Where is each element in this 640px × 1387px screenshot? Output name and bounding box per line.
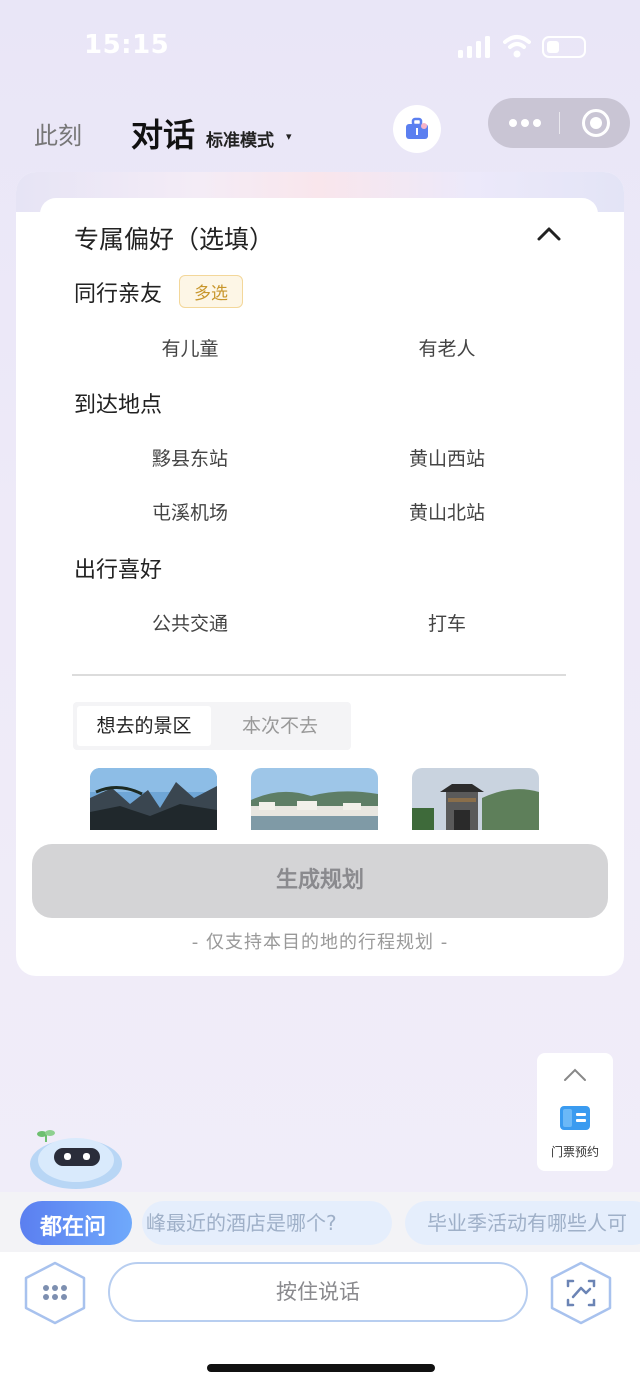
tab-skip-this-time[interactable]: 本次不去 [213,706,347,746]
scenic-image-archway[interactable] [412,768,539,830]
arrival-label: 到达地点 [74,393,163,418]
tab-chat[interactable]: 对话 [131,110,195,156]
luggage-button[interactable] [393,105,441,153]
option-tunxi-airport[interactable]: 屯溪机场 [70,498,310,525]
battery-icon [542,36,586,58]
hold-to-talk-button[interactable]: 按住说话 [108,1262,528,1322]
planner-card: 专属偏好（选填） 同行亲友 多选 有儿童 有老人 到达地点 黟县东站 黄山西站 … [16,172,624,976]
divider [72,674,566,676]
preferences-title: 专属偏好（选填） [74,225,275,254]
option-children[interactable]: 有儿童 [70,334,310,361]
suggestions-bar: 都在问 峰最近的酒店是哪个? 毕业季活动有哪些人可 [0,1192,640,1252]
scenic-tabs: 想去的景区 本次不去 [73,702,351,750]
option-yixian-east[interactable]: 黟县东站 [70,444,310,471]
suitcase-icon [406,117,428,139]
option-public-transit[interactable]: 公共交通 [70,609,310,636]
option-taxi[interactable]: 打车 [327,609,567,636]
multi-select-badge: 多选 [179,275,243,308]
option-huangshan-north[interactable]: 黄山北站 [327,498,567,525]
tab-now[interactable]: 此刻 [34,116,82,151]
more-icon[interactable] [508,114,542,132]
option-elderly[interactable]: 有老人 [327,334,567,361]
caret-down-icon[interactable]: ▾ [286,130,292,143]
top-navigation: 此刻 对话 标准模式 ▾ [0,98,640,160]
status-time: 15:15 [84,30,170,60]
close-miniprogram-icon[interactable] [582,109,610,137]
generate-note: - 仅支持本目的地的行程规划 - [191,932,449,953]
assistant-mascot-icon[interactable] [24,1128,124,1190]
scenic-image-mountain[interactable] [90,768,217,830]
chevron-up-icon[interactable] [536,224,562,244]
cellular-signal-icon [458,36,490,58]
travel-preference-label: 出行喜好 [74,558,163,583]
tab-want-to-visit[interactable]: 想去的景区 [77,706,211,746]
ticket-booking-label[interactable]: 门票预约 [537,1143,613,1160]
home-indicator [207,1364,435,1372]
status-bar: 15:15 [0,0,640,96]
scenic-image-village[interactable] [251,768,378,830]
wifi-icon [503,35,531,58]
miniprogram-capsule [488,98,630,148]
suggestion-chip[interactable]: 毕业季活动有哪些人可 [405,1201,640,1245]
suggestion-chip[interactable]: 峰最近的酒店是哪个? [142,1201,392,1245]
ticket-panel: 门票预约 [537,1053,613,1171]
photo-recognition-icon[interactable] [546,1260,616,1326]
preferences-panel: 专属偏好（选填） 同行亲友 多选 有儿童 有老人 到达地点 黟县东站 黄山西站 … [40,198,598,690]
option-huangshan-west[interactable]: 黄山西站 [327,444,567,471]
everyone-asks-badge: 都在问 [20,1201,132,1245]
mode-selector[interactable]: 标准模式 [206,126,274,151]
chevron-up-icon[interactable] [562,1067,588,1083]
generate-plan-button[interactable]: 生成规划 [32,844,608,918]
companions-label: 同行亲友 [74,282,163,307]
ticket-icon[interactable] [560,1106,590,1130]
keyboard-icon[interactable] [20,1260,90,1326]
